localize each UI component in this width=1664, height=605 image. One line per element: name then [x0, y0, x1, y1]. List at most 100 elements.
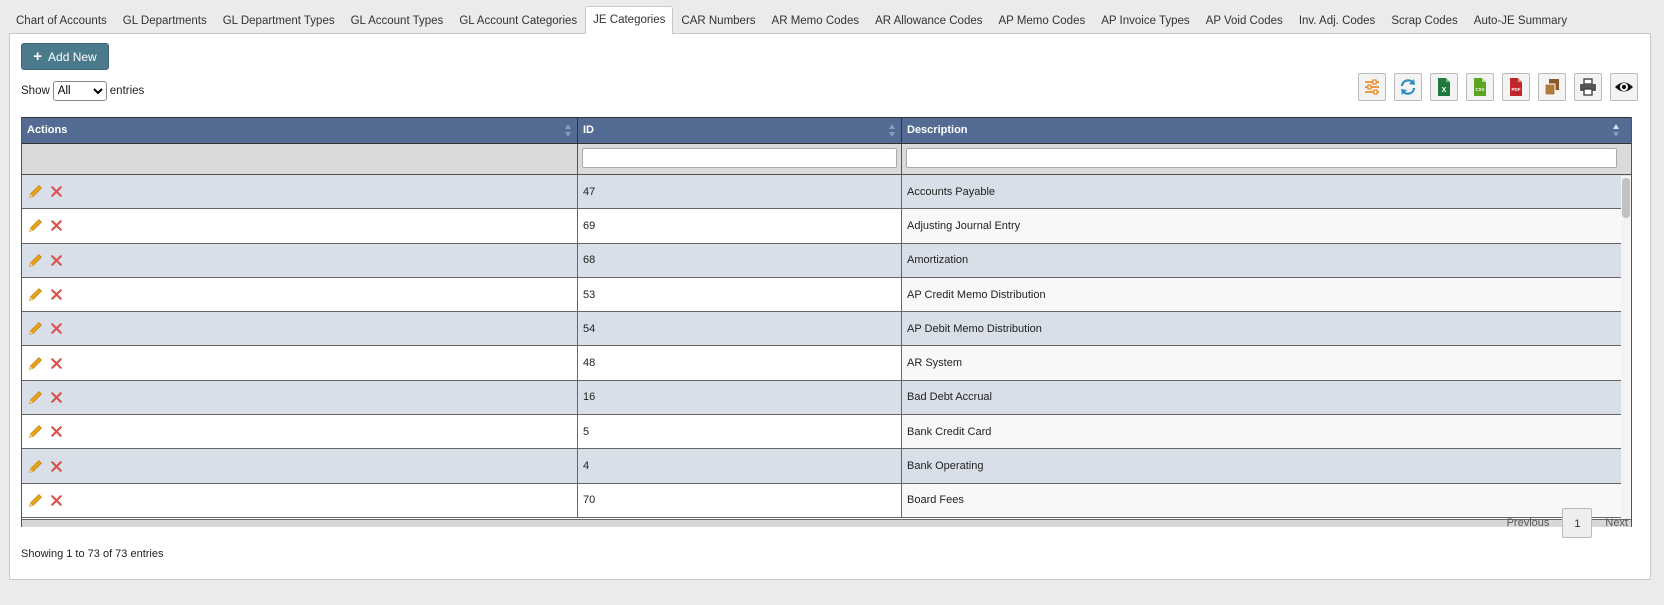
delete-button[interactable] [48, 458, 65, 475]
id-cell: 69 [578, 209, 902, 243]
add-new-button[interactable]: + Add New [21, 43, 109, 70]
close-icon [48, 423, 65, 440]
table-row: 69 Adjusting Journal Entry [22, 209, 1631, 244]
description-cell: Bank Credit Card [902, 415, 1631, 449]
table-row: 5 Bank Credit Card [22, 415, 1631, 450]
delete-button[interactable] [48, 217, 65, 234]
edit-button[interactable] [27, 492, 44, 509]
tab-ap-void-codes[interactable]: AP Void Codes [1198, 7, 1291, 33]
tab-auto-je-summary[interactable]: Auto-JE Summary [1466, 7, 1575, 33]
print-button[interactable] [1574, 73, 1602, 101]
column-header-id[interactable]: ID [578, 118, 902, 143]
edit-button[interactable] [27, 458, 44, 475]
close-icon [48, 320, 65, 337]
tab-gl-account-categories[interactable]: GL Account Categories [451, 7, 585, 33]
page-1-button[interactable]: 1 [1562, 508, 1593, 538]
close-icon [48, 492, 65, 509]
delete-button[interactable] [48, 183, 65, 200]
column-settings-button[interactable] [1358, 73, 1386, 101]
delete-button[interactable] [48, 355, 65, 372]
edit-button[interactable] [27, 183, 44, 200]
tab-inv-adj-codes[interactable]: Inv. Adj. Codes [1291, 7, 1384, 33]
table-row: 47 Accounts Payable [22, 175, 1631, 210]
id-cell: 70 [578, 483, 902, 517]
tab-gl-account-types[interactable]: GL Account Types [343, 7, 452, 33]
excel-export-button[interactable]: X [1430, 73, 1458, 101]
previous-page-button[interactable]: Previous [1498, 508, 1559, 538]
tab-je-categories[interactable]: JE Categories [585, 6, 674, 34]
page-length-select[interactable]: All [52, 81, 107, 101]
entries-label: entries [109, 85, 145, 97]
description-cell: Bank Operating [907, 460, 984, 473]
tab-car-numbers[interactable]: CAR Numbers [673, 7, 763, 33]
pencil-icon [27, 252, 44, 269]
refresh-icon [1400, 79, 1416, 95]
next-page-button[interactable]: Next [1596, 508, 1637, 538]
view-icon [1615, 82, 1633, 92]
edit-button[interactable] [27, 355, 44, 372]
id-cell: 54 [578, 312, 902, 346]
column-header-description[interactable]: Description [902, 118, 1631, 143]
edit-button[interactable] [27, 423, 44, 440]
pencil-icon [27, 458, 44, 475]
close-icon [48, 217, 65, 234]
tab-ar-memo-codes[interactable]: AR Memo Codes [764, 7, 868, 33]
excel-icon: X [1438, 78, 1450, 96]
tab-gl-department-types[interactable]: GL Department Types [215, 7, 343, 33]
pencil-icon [27, 389, 44, 406]
id-cell: 47 [578, 175, 902, 209]
table-info: Showing 1 to 73 of 73 entries [21, 548, 164, 560]
description-cell: AP Debit Memo Distribution [907, 322, 1042, 335]
tab-ap-invoice-types[interactable]: AP Invoice Types [1093, 7, 1197, 33]
close-icon [48, 252, 65, 269]
delete-button[interactable] [48, 252, 65, 269]
pdf-icon: PDF [1510, 78, 1522, 96]
actions-cell [22, 209, 578, 243]
delete-button[interactable] [48, 389, 65, 406]
edit-button[interactable] [27, 252, 44, 269]
csv-export-button[interactable]: CSV [1466, 73, 1494, 101]
table-row: 48 AR System [22, 346, 1631, 381]
view-button[interactable] [1610, 73, 1638, 101]
table-row: 70 Board Fees [22, 483, 1631, 518]
actions-cell [22, 380, 578, 415]
pdf-export-button[interactable]: PDF [1502, 73, 1530, 101]
tab-gl-departments[interactable]: GL Departments [115, 7, 215, 33]
sort-icon [889, 124, 895, 137]
column-header-actions[interactable]: Actions [22, 118, 578, 143]
edit-button[interactable] [27, 320, 44, 337]
scrollbar-thumb[interactable] [1622, 178, 1630, 218]
tab-ar-allowance-codes[interactable]: AR Allowance Codes [867, 7, 990, 33]
edit-button[interactable] [27, 217, 44, 234]
tab-ap-memo-codes[interactable]: AP Memo Codes [991, 7, 1094, 33]
pagination: Previous 1 Next [1498, 508, 1637, 538]
tab-chart-of-accounts[interactable]: Chart of Accounts [8, 7, 115, 33]
id-cell: 16 [578, 380, 902, 415]
pencil-icon [27, 183, 44, 200]
description-filter-input[interactable] [906, 148, 1617, 168]
delete-button[interactable] [48, 423, 65, 440]
close-icon [48, 389, 65, 406]
close-icon [48, 286, 65, 303]
edit-button[interactable] [27, 286, 44, 303]
export-toolbar: X CSV PDF [1358, 73, 1638, 101]
table-scrollbar[interactable] [1621, 176, 1631, 527]
delete-button[interactable] [48, 320, 65, 337]
actions-cell [22, 449, 578, 483]
id-filter-input[interactable] [582, 148, 897, 168]
tab-scrap-codes[interactable]: Scrap Codes [1383, 7, 1465, 33]
show-label: Show [21, 85, 50, 97]
close-icon [48, 355, 65, 372]
svg-text:CSV: CSV [1475, 87, 1484, 92]
sort-icon [565, 124, 571, 137]
je-categories-table: Actions ID Description 47 Accounts Payabl… [21, 117, 1632, 527]
copy-button[interactable] [1538, 73, 1566, 101]
pencil-icon [27, 217, 44, 234]
column-header-label: Actions [27, 124, 68, 136]
description-cell: Adjusting Journal Entry [902, 209, 1631, 243]
delete-button[interactable] [48, 492, 65, 509]
delete-button[interactable] [48, 286, 65, 303]
actions-cell [22, 175, 578, 209]
refresh-button[interactable] [1394, 73, 1422, 101]
edit-button[interactable] [27, 389, 44, 406]
